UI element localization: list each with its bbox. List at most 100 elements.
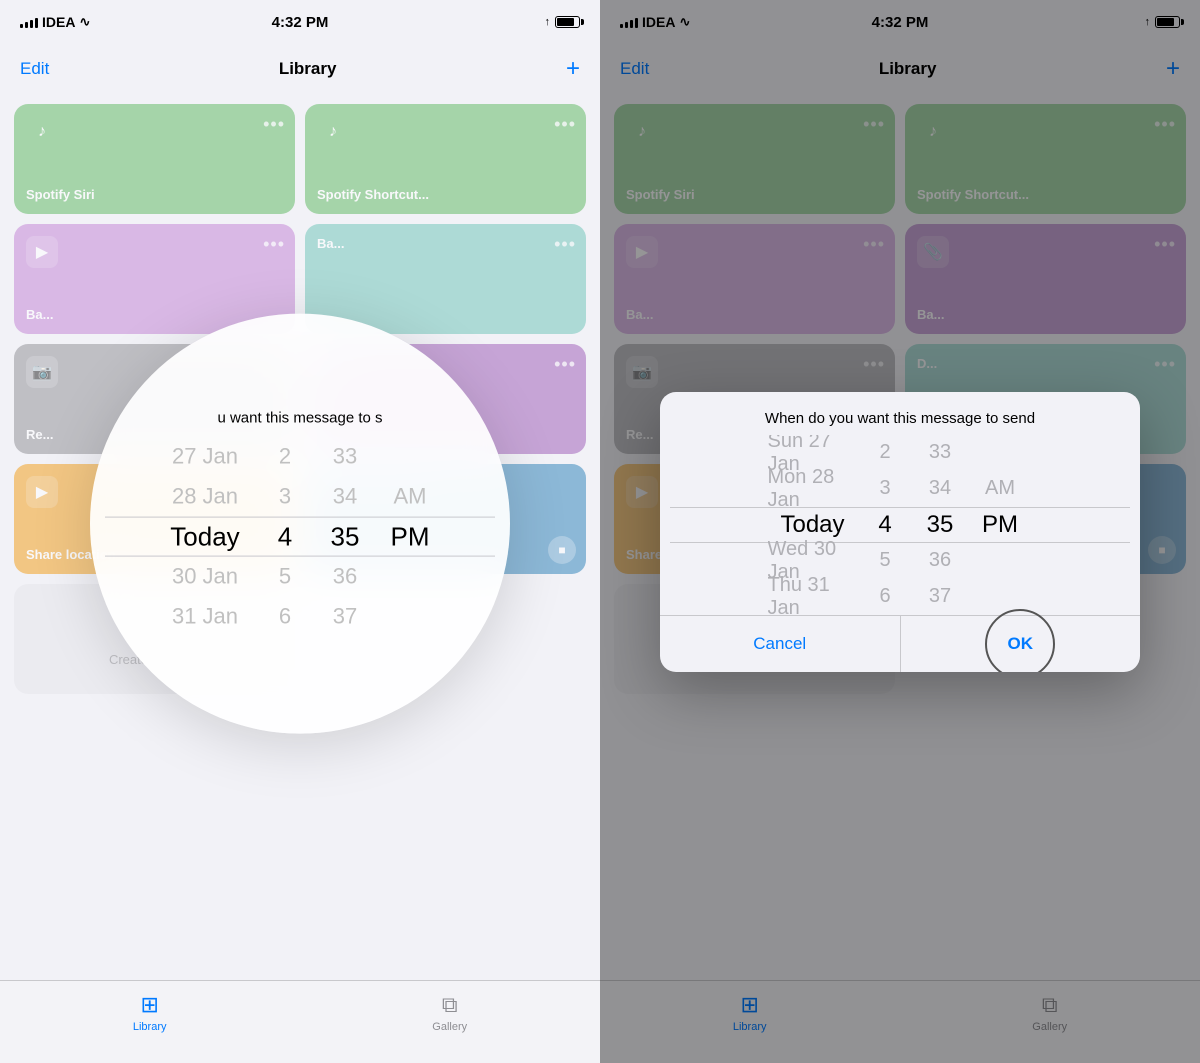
library-icon-left: ⊞ <box>140 992 158 1018</box>
modal-min-row-1: 34 <box>913 471 968 507</box>
picker-ampm-row-0 <box>375 437 445 477</box>
battery-left <box>555 16 580 28</box>
ba1-icon-left: ▶ <box>26 236 58 268</box>
modal-min-col[interactable]: 33 34 35 36 37 <box>913 435 968 615</box>
card-menu-left-4[interactable]: ••• <box>554 234 576 255</box>
send-run-btn-left[interactable]: ■ <box>548 536 576 564</box>
picker-date-row-4: 31 Jan <box>155 597 255 637</box>
picker-hour-row-1: 3 <box>255 477 315 517</box>
tab-gallery-left[interactable]: ⧉ Gallery <box>432 992 467 1033</box>
modal-title: When do you want this message to send <box>660 392 1140 435</box>
picker-min-row-3: 36 <box>315 557 375 597</box>
signal-bar-2 <box>25 22 28 28</box>
modal-overlay[interactable]: When do you want this message to send Su… <box>600 0 1200 1063</box>
modal-ampm-row-4 <box>968 579 1033 615</box>
picker-hour-col[interactable]: 2 3 4 5 6 <box>255 437 315 637</box>
picker-date-row-2: Today <box>155 517 255 557</box>
nav-title-left: Library <box>279 59 337 79</box>
modal-min-row-0: 33 <box>913 435 968 471</box>
modal-buttons: Cancel OK <box>660 615 1140 672</box>
picker-header: u want this message to s <box>100 410 500 427</box>
picker-min-row-0: 33 <box>315 437 375 477</box>
picker-date-col[interactable]: 27 Jan 28 Jan Today 30 Jan 31 Jan <box>155 437 255 637</box>
left-panel: IDEA ∿ 4:32 PM ↑ Edit Library + ♪ ••• Sp… <box>0 0 600 1063</box>
card-menu-left-3[interactable]: ••• <box>263 234 285 255</box>
picker-ampm-col[interactable]: AM PM <box>375 437 445 637</box>
modal-date-col[interactable]: Sun 27 Jan Mon 28 Jan Today Wed 30 Jan T… <box>768 435 858 615</box>
modal-picker[interactable]: Sun 27 Jan Mon 28 Jan Today Wed 30 Jan T… <box>660 435 1140 615</box>
status-left-left: IDEA ∿ <box>20 14 90 30</box>
modal-date-row-1: Mon 28 Jan <box>768 471 858 507</box>
gallery-icon-left: ⧉ <box>442 992 458 1018</box>
picker-date-row-3: 30 Jan <box>155 557 255 597</box>
modal-ampm-row-2: PM <box>968 507 1033 543</box>
ok-button[interactable]: OK <box>901 616 1141 672</box>
modal-hour-col[interactable]: 2 3 4 5 6 <box>858 435 913 615</box>
ok-label: OK <box>1008 634 1034 654</box>
tab-library-left[interactable]: ⊞ Library <box>133 992 167 1033</box>
photo-icon-left: 📷 <box>26 356 58 388</box>
location-icon-left: ↑ <box>545 16 551 28</box>
modal-min-row-3: 36 <box>913 543 968 579</box>
battery-fill-left <box>557 18 574 26</box>
signal-bar-4 <box>35 18 38 28</box>
card-menu-left-1[interactable]: ••• <box>263 114 285 135</box>
signal-bar-1 <box>20 24 23 28</box>
spotify-shortcut-icon-left: ♪ <box>317 116 349 148</box>
modal-hour-row-2: 4 <box>858 507 913 543</box>
carrier-left: IDEA <box>42 14 75 30</box>
picker-ampm-row-4 <box>375 597 445 637</box>
picker-min-col[interactable]: 33 34 35 36 37 <box>315 437 375 637</box>
modal-ampm-row-0 <box>968 435 1033 471</box>
modal-ampm-col[interactable]: AM PM <box>968 435 1033 615</box>
modal-ampm-row-1: AM <box>968 471 1033 507</box>
time-left: 4:32 PM <box>272 14 329 31</box>
picker-hour-row-3: 5 <box>255 557 315 597</box>
nav-bar-left: Edit Library + <box>0 44 600 94</box>
picker-container: u want this message to s 27 Jan 28 Jan T… <box>90 390 510 657</box>
picker-ampm-row-1: AM <box>375 477 445 517</box>
cancel-button[interactable]: Cancel <box>660 616 901 672</box>
picker-min-row-4: 37 <box>315 597 375 637</box>
spotify-siri-label-left: Spotify Siri <box>26 187 283 202</box>
picker-min-row-2: 35 <box>315 517 375 557</box>
picker-hour-row-0: 2 <box>255 437 315 477</box>
grid-row-1-left: ♪ ••• Spotify Siri ♪ ••• Spotify Shortcu… <box>14 104 586 214</box>
picker-circle-overlay[interactable]: u want this message to s 27 Jan 28 Jan T… <box>90 313 510 733</box>
signal-bars-left <box>20 16 38 28</box>
modal-hour-row-0: 2 <box>858 435 913 471</box>
picker-columns[interactable]: 27 Jan 28 Jan Today 30 Jan 31 Jan 2 3 4 … <box>100 437 500 637</box>
modal-dialog: When do you want this message to send Su… <box>660 392 1140 672</box>
gallery-label-left: Gallery <box>432 1021 467 1033</box>
spotify-siri-card-left[interactable]: ♪ ••• Spotify Siri <box>14 104 295 214</box>
modal-hour-row-3: 5 <box>858 543 913 579</box>
picker-date-row-0: 27 Jan <box>155 437 255 477</box>
modal-min-row-4: 37 <box>913 579 968 615</box>
ba2-label-left: Ba... <box>317 236 574 251</box>
status-bar-left: IDEA ∿ 4:32 PM ↑ <box>0 0 600 44</box>
picker-hour-row-4: 6 <box>255 597 315 637</box>
spotify-shortcut-label-left: Spotify Shortcut... <box>317 187 574 202</box>
edit-button-left[interactable]: Edit <box>20 59 49 79</box>
ok-circle[interactable]: OK <box>985 609 1055 672</box>
modal-min-row-2: 35 <box>913 507 968 543</box>
tab-bar-left: ⊞ Library ⧉ Gallery <box>0 980 600 1063</box>
share-icon-left: ▶ <box>26 476 58 508</box>
card-menu-left-6[interactable]: ••• <box>554 354 576 375</box>
picker-ampm-row-2: PM <box>375 517 445 557</box>
modal-hour-row-1: 3 <box>858 471 913 507</box>
picker-ampm-row-3 <box>375 557 445 597</box>
wifi-left: ∿ <box>79 14 90 30</box>
picker-min-row-1: 34 <box>315 477 375 517</box>
library-label-left: Library <box>133 1021 167 1033</box>
card-menu-left-2[interactable]: ••• <box>554 114 576 135</box>
right-panel: IDEA ∿ 4:32 PM ↑ Edit Library + ♪ ••• Sp… <box>600 0 1200 1063</box>
spotify-shortcut-card-left[interactable]: ♪ ••• Spotify Shortcut... <box>305 104 586 214</box>
status-right-left: ↑ <box>545 16 581 28</box>
add-button-left[interactable]: + <box>566 57 580 81</box>
modal-hour-row-4: 6 <box>858 579 913 615</box>
spotify-siri-icon-left: ♪ <box>26 116 58 148</box>
signal-bar-3 <box>30 20 33 28</box>
modal-date-row-4: Thu 31 Jan <box>768 579 858 615</box>
picker-date-row-1: 28 Jan <box>155 477 255 517</box>
